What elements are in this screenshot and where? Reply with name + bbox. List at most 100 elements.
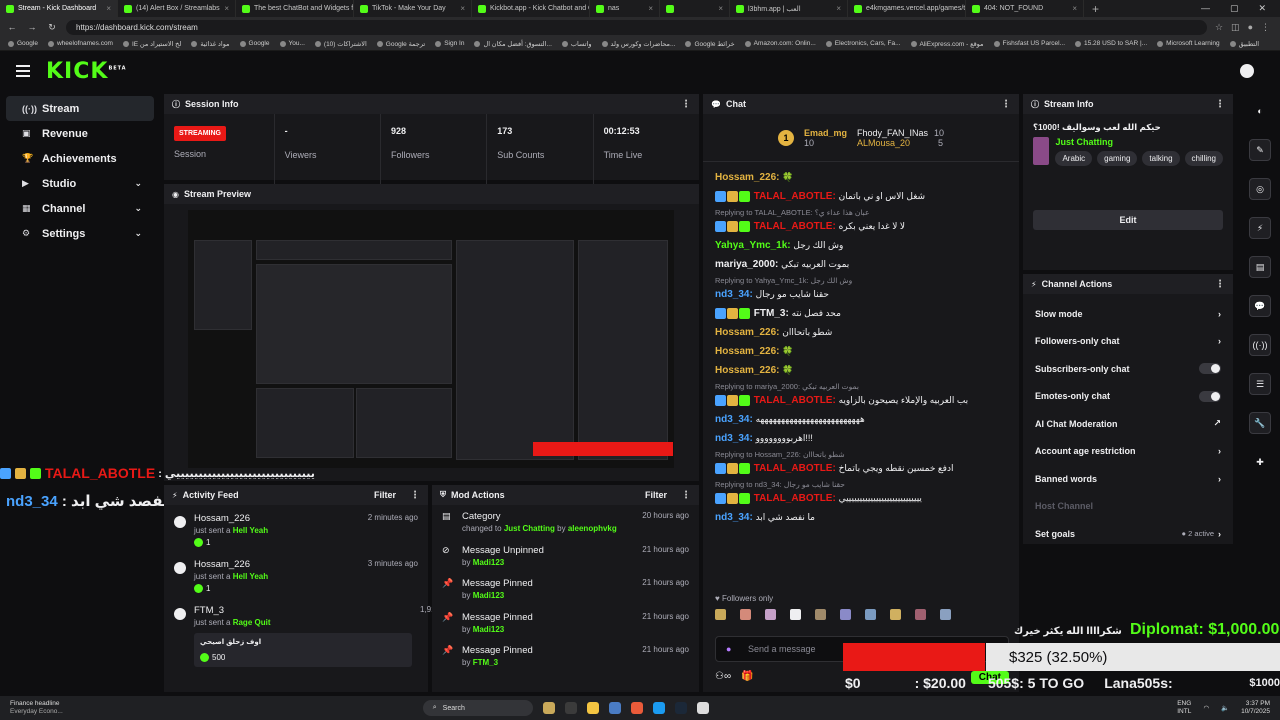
hamburger-menu-icon[interactable] xyxy=(16,65,30,77)
chat-username[interactable]: nd3_34: xyxy=(715,414,753,425)
bookmark-item[interactable]: التسوق: أفضل مكان ال... xyxy=(474,40,552,48)
moderator-link[interactable]: FTM_3 xyxy=(473,658,498,667)
bookmark-item[interactable]: الاشتراكات (10) xyxy=(314,40,367,48)
stream-tag[interactable]: gaming xyxy=(1097,151,1138,166)
clock[interactable]: 3:37 PM 10/7/2025 xyxy=(1241,700,1270,716)
channel-action-ai-chat-moderation[interactable]: AI Chat Moderation ↗ xyxy=(1023,410,1233,438)
layout-icon[interactable]: ☰ xyxy=(1249,373,1271,395)
lightning-icon[interactable]: ⚡ xyxy=(1249,217,1271,239)
url-input[interactable]: https://dashboard.kick.com/stream xyxy=(66,19,1207,35)
follower-avatar[interactable] xyxy=(715,609,726,620)
forward-icon[interactable]: → xyxy=(26,22,38,32)
chat-icon[interactable]: 💬 xyxy=(1249,295,1271,317)
browser-tab[interactable]: (14) Alert Box / Streamlabs × xyxy=(118,0,236,17)
more-options-icon[interactable]: ⋮ xyxy=(681,490,691,501)
nav-item-settings[interactable]: ⚙ Settings ⌄ xyxy=(6,221,154,246)
minimize-icon[interactable]: — xyxy=(1201,3,1210,14)
chat-message[interactable]: Hossam_226: 🍀 xyxy=(703,168,1019,187)
chat-username[interactable]: nd3_34: xyxy=(715,433,753,444)
bookmark-item[interactable]: IE لخ الاستيراد من xyxy=(122,40,181,48)
app-icon[interactable] xyxy=(542,702,555,714)
kick-logo[interactable]: KICKBETA xyxy=(46,59,127,84)
close-tab-icon[interactable]: × xyxy=(1072,4,1077,13)
bookmark-item[interactable]: Microsoft Learning xyxy=(1157,40,1220,47)
chat-message[interactable]: Replying to Hossam_226: شطو باتحااان TAL… xyxy=(703,448,1019,478)
channel-action-emotes-only-chat[interactable]: Emotes-only chat xyxy=(1023,383,1233,411)
more-options-icon[interactable]: ⋮ xyxy=(410,490,420,501)
top-gifter-1[interactable]: Emad_mg 10 xyxy=(804,128,847,148)
chat-message[interactable]: Hossam_226: شطو باتحااان xyxy=(703,323,1019,342)
reload-icon[interactable]: ↻ xyxy=(46,22,58,33)
edit-button[interactable]: Edit xyxy=(1033,210,1223,230)
follower-avatar[interactable] xyxy=(815,609,826,620)
volume-icon[interactable]: 🔈 xyxy=(1221,704,1229,712)
stream-preview-video[interactable] xyxy=(188,210,674,468)
stream-tag[interactable]: chilling xyxy=(1184,151,1223,166)
chat-message[interactable]: Replying to TALAL_ABOTLE: عبان هذا عداء … xyxy=(703,206,1019,236)
reply-context[interactable]: Replying to Yahya_Ymc_1k: وش الك رجل xyxy=(703,274,1019,285)
browser-tab[interactable]: × xyxy=(660,0,730,17)
chat-username[interactable]: Hossam_226: xyxy=(715,365,779,376)
more-options-icon[interactable]: ⋮ xyxy=(1215,99,1225,110)
more-options-icon[interactable]: ⋮ xyxy=(681,99,691,110)
bookmark-item[interactable]: AliExpress.com - موقع xyxy=(910,40,984,48)
browser-tab[interactable]: Stream - Kick Dashboard × xyxy=(0,0,118,17)
nav-item-stream[interactable]: ((·)) Stream xyxy=(6,96,154,121)
chat-username[interactable]: TALAL_ABOTLE: xyxy=(754,493,836,504)
lang-indicator[interactable]: ENG INTL xyxy=(1177,700,1191,716)
channel-action-account-age-restriction[interactable]: Account age restriction › xyxy=(1023,438,1233,466)
more-options-icon[interactable]: ⋮ xyxy=(1215,279,1225,290)
gift-icon[interactable]: 🎁 xyxy=(741,671,753,684)
mod-action-item[interactable]: 📌 Message Pinned by Madi123 21 hours ago xyxy=(432,572,699,606)
reply-context[interactable]: Replying to nd3_34: حقنا شايب مو رجال xyxy=(703,478,1019,489)
follower-avatar[interactable] xyxy=(840,609,851,620)
wifi-icon[interactable]: ◠ xyxy=(1203,704,1209,712)
browser-tab[interactable]: l3bhm.app | العب × xyxy=(730,0,848,17)
chat-username[interactable]: mariya_2000: xyxy=(715,259,778,270)
star-icon[interactable]: ☆ xyxy=(1215,22,1223,33)
chat-message[interactable]: Replying to nd3_34: حقنا شايب مو رجال TA… xyxy=(703,478,1019,508)
filter-button[interactable]: Filter xyxy=(374,490,396,500)
bookmark-item[interactable]: Sign In xyxy=(435,40,464,47)
close-tab-icon[interactable]: × xyxy=(106,4,111,13)
points-icon[interactable]: ⚇∞ xyxy=(715,671,731,684)
back-icon[interactable]: ← xyxy=(6,22,18,32)
chat-username[interactable]: nd3_34: xyxy=(715,512,753,523)
chat-username[interactable]: FTM_3: xyxy=(754,308,789,319)
toggle-switch[interactable] xyxy=(1199,390,1221,402)
news-widget[interactable]: Finance headline Everyday Econo... xyxy=(10,700,63,716)
bookmark-item[interactable]: Google xyxy=(239,40,270,47)
pencil-icon[interactable]: ✎ xyxy=(1249,139,1271,161)
reply-context[interactable]: Replying to TALAL_ABOTLE: عبان هذا عداء … xyxy=(703,206,1019,217)
chat-message[interactable]: Hossam_226: 🍀 xyxy=(703,342,1019,361)
app-icon[interactable] xyxy=(630,702,643,714)
category-name[interactable]: Just Chatting xyxy=(1055,137,1223,147)
app-icon[interactable] xyxy=(564,702,577,714)
chat-username[interactable]: TALAL_ABOTLE: xyxy=(754,463,836,474)
chat-username[interactable]: Hossam_226: xyxy=(715,172,779,183)
broadcast-icon[interactable]: ((·)) xyxy=(1249,334,1271,356)
chat-message[interactable]: nd3_34: هههههههههههههههههههههههههه xyxy=(703,410,1019,429)
activity-item[interactable]: FTM_3 just sent a Rage Quit اوف زحلق اصيحي… xyxy=(164,597,481,677)
browser-tab[interactable]: nas × xyxy=(590,0,660,17)
close-tab-icon[interactable]: × xyxy=(718,4,723,13)
chat-message[interactable]: Replying to mariya_2000: بموت العربيه تب… xyxy=(703,380,1019,410)
app-icon[interactable] xyxy=(652,702,665,714)
activity-item[interactable]: Hossam_226 just sent a Hell Yeah 1 3 minute… xyxy=(164,551,428,597)
follower-avatar[interactable] xyxy=(940,609,951,620)
bookmark-item[interactable]: واتساب xyxy=(561,40,592,48)
browser-tab[interactable]: e4kmgames.vercel.app/games/to× xyxy=(848,0,966,17)
bookmark-item[interactable]: Electronics, Cars, Fa... xyxy=(825,40,901,47)
nav-item-revenue[interactable]: ▣ Revenue xyxy=(6,121,154,146)
nav-item-channel[interactable]: ▦ Channel ⌄ xyxy=(6,196,154,221)
close-tab-icon[interactable]: × xyxy=(836,4,841,13)
nav-item-studio[interactable]: ▶ Studio ⌄ xyxy=(6,171,154,196)
chat-username[interactable]: TALAL_ABOTLE: xyxy=(754,191,836,202)
moderator-link[interactable]: Madi123 xyxy=(473,591,505,600)
top-gifter-3[interactable]: ALMousa_20 xyxy=(857,138,910,148)
close-window-icon[interactable]: ✕ xyxy=(1258,3,1266,14)
bookmark-item[interactable]: التطبيق xyxy=(1229,40,1259,48)
mod-action-item[interactable]: 📌 Message Pinned by FTM_3 21 hours ago xyxy=(432,639,699,673)
bookmark-item[interactable]: Fishsfast US Parcel... xyxy=(993,40,1065,47)
nav-item-achievements[interactable]: 🏆 Achievements xyxy=(6,146,154,171)
